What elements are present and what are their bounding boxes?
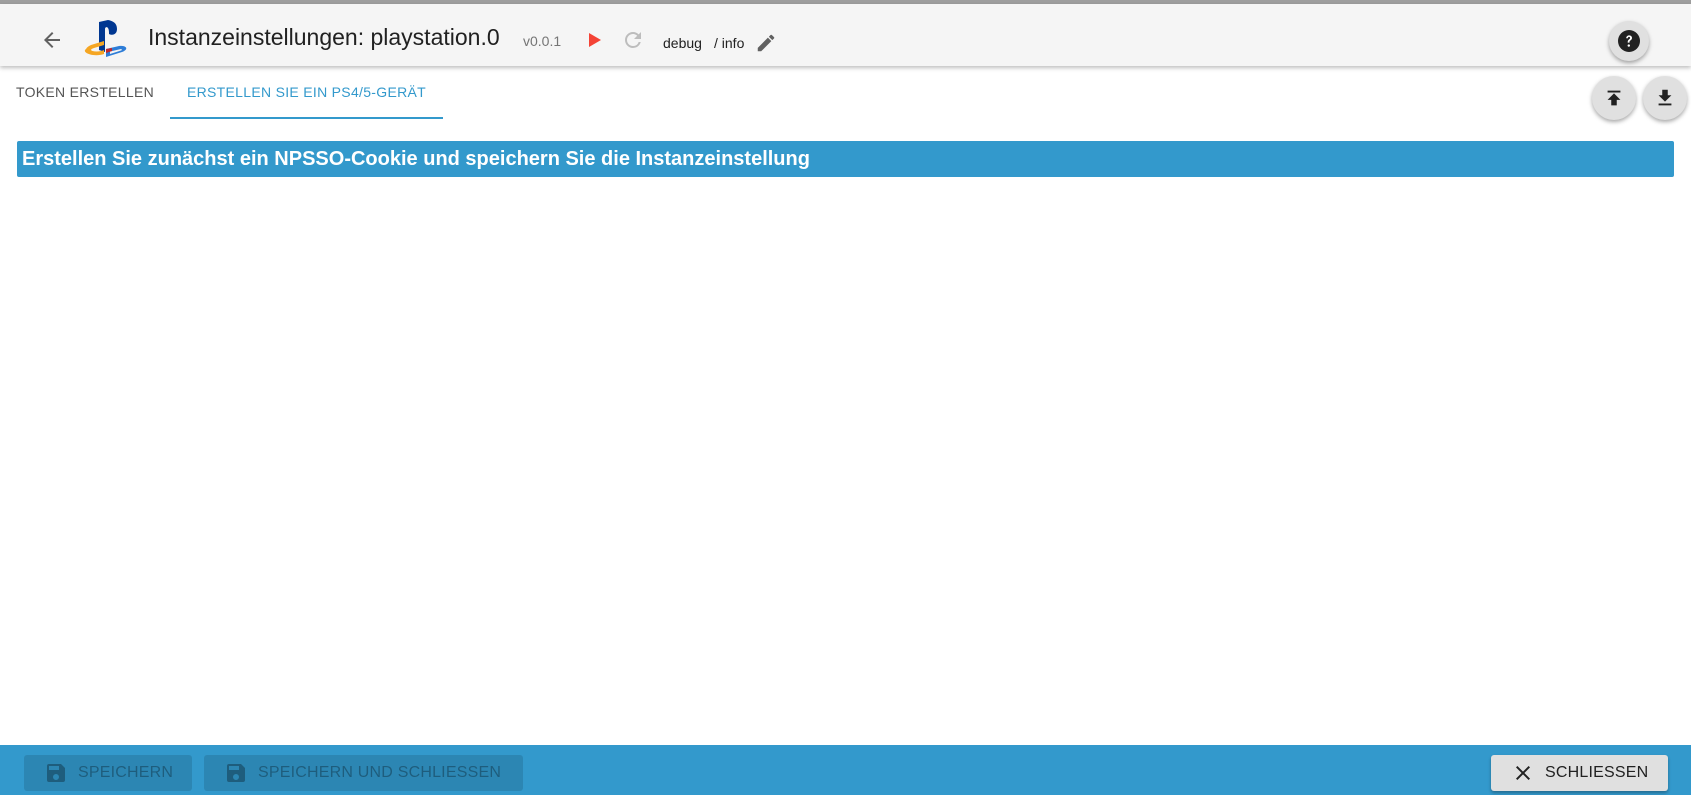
save-and-close-button[interactable]: SPEICHERN UND SCHLIESSEN [204, 755, 523, 791]
play-icon [589, 33, 601, 47]
active-tab-indicator [170, 117, 443, 119]
tab-ps-device[interactable]: ERSTELLEN SIE EIN PS4/5-GERÄT [170, 66, 443, 118]
restart-instance-button[interactable] [620, 27, 646, 53]
help-circle-icon [1618, 30, 1640, 52]
log-level-info: / info [714, 35, 745, 51]
close-button[interactable]: SCHLIESSEN [1491, 755, 1668, 791]
save-and-close-button-label: SPEICHERN UND SCHLIESSEN [258, 764, 502, 781]
save-icon [44, 761, 68, 785]
upload-settings-button[interactable] [1592, 76, 1636, 120]
reload-icon [625, 32, 641, 48]
help-button[interactable] [1609, 21, 1649, 61]
close-icon [1511, 761, 1535, 785]
back-button[interactable] [34, 22, 70, 58]
upload-icon [1607, 90, 1621, 106]
page-title: Instanzeinstellungen: playstation.0 [148, 24, 500, 50]
top-toolbar: Instanzeinstellungen: playstation.0 v0.0… [0, 4, 1691, 66]
arrow-left-icon [44, 32, 60, 48]
tab-token-erstellen[interactable]: TOKEN ERSTELLEN [0, 66, 170, 118]
playstation-logo [84, 20, 127, 57]
log-level-selector[interactable]: debug [663, 35, 702, 51]
version-label: v0.0.1 [523, 33, 562, 49]
bottom-action-bar: SPEICHERN SPEICHERN UND SCHLIESSEN SCHLI… [0, 745, 1691, 795]
save-button[interactable]: SPEICHERN [24, 755, 192, 791]
info-header: Erstellen Sie zunächst ein NPSSO-Cookie … [17, 141, 1674, 177]
close-button-label: SCHLIESSEN [1545, 764, 1649, 781]
edit-log-level-button[interactable] [754, 31, 778, 55]
download-icon [1658, 89, 1672, 106]
pencil-icon [757, 34, 775, 52]
download-settings-button[interactable] [1643, 76, 1687, 120]
save-icon [224, 761, 248, 785]
tab-bar: TOKEN ERSTELLEN ERSTELLEN SIE EIN PS4/5-… [0, 66, 1691, 120]
start-instance-button[interactable] [582, 28, 606, 52]
save-button-label: SPEICHERN [78, 764, 174, 781]
